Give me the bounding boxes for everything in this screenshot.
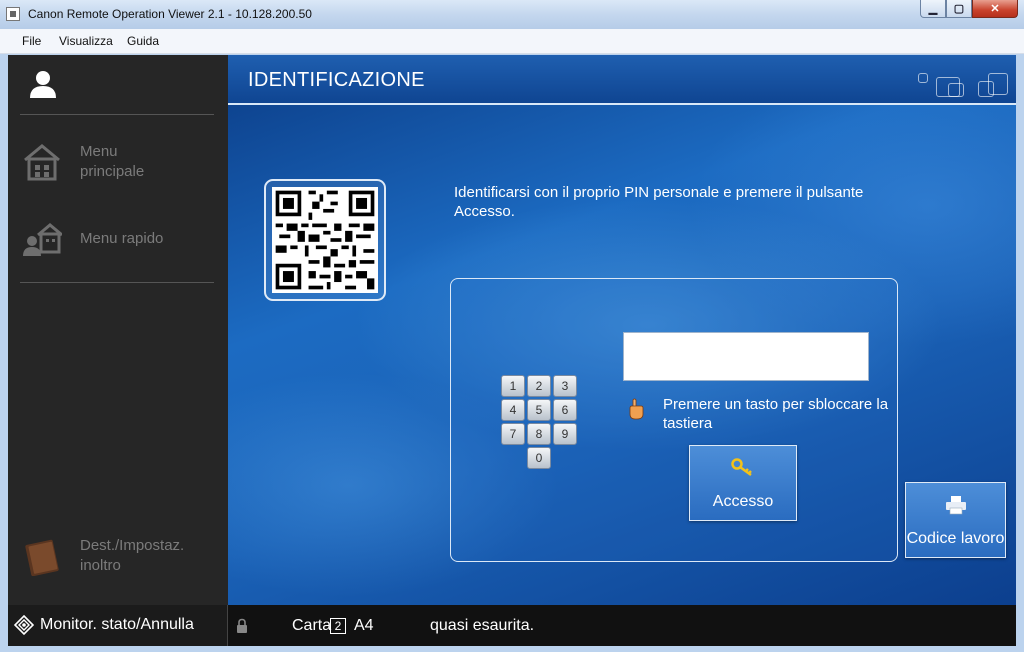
sidebar-item-main-menu[interactable]: Menu principale [8,132,228,192]
lock-icon [237,618,247,633]
window-controls: ▁ ▢ ✕ [920,0,1018,18]
user-icon [30,71,56,98]
pointing-hand-icon [629,398,644,420]
page-header: IDENTIFICAZIONE [228,55,1016,105]
header-icons [918,73,1008,99]
window-title: Canon Remote Operation Viewer 2.1 - 10.1… [28,7,312,21]
key-4[interactable]: 4 [501,399,525,421]
paper-label: Carta [292,617,332,634]
home-icon [24,144,60,181]
qr-code-icon [275,190,375,290]
menu-bar: File Visualizza Guida [0,29,1024,54]
key-0[interactable]: 0 [527,447,551,469]
menu-file[interactable]: File [22,34,41,48]
sidebar-item-label: Menu rapido [80,230,164,247]
login-button[interactable]: Accesso [689,445,797,521]
status-monitor-button[interactable]: Monitor. stato/Annulla [8,605,228,646]
instructions-text: Identificarsi con il proprio PIN persona… [454,184,864,220]
quick-menu-icon [23,223,62,256]
key-6[interactable]: 6 [553,399,577,421]
app-icon [6,7,20,21]
status-monitor-icon [14,615,34,635]
status-bar: Monitor. stato/Annulla Carta 2 A4 quasi … [8,605,1016,646]
key-icon [731,458,752,477]
window-titlebar: Canon Remote Operation Viewer 2.1 - 10.1… [0,0,1024,30]
printer-icon [946,496,966,515]
window-view-small-icon [948,83,964,97]
maximize-button[interactable]: ▢ [946,0,972,18]
screen-size-icon[interactable] [918,73,928,83]
sidebar-divider [20,282,214,283]
qr-code-button[interactable] [264,179,386,301]
job-code-button-label: Codice lavoro [906,530,1005,547]
menu-guida[interactable]: Guida [127,34,159,48]
pin-input[interactable] [623,332,869,381]
key-2[interactable]: 2 [527,375,551,397]
key-9[interactable]: 9 [553,423,577,445]
sidebar-item-quick-menu[interactable]: Menu rapido [8,209,228,269]
sidebar-item-label: Menu principale [80,143,145,180]
main-panel: IDENTIFICAZIONE Identificarsi con il pro… [228,55,1016,605]
login-button-label: Accesso [712,493,774,510]
user-area[interactable] [8,55,228,113]
tray-number: 2 [330,618,346,634]
key-8[interactable]: 8 [527,423,551,445]
unlock-keypad-text: Premere un tasto per sbloccare la tastie… [663,396,889,432]
key-1[interactable]: 1 [501,375,525,397]
full-view-icon[interactable] [988,73,1008,95]
address-book-icon [25,539,59,576]
key-5[interactable]: 5 [527,399,551,421]
status-message: quasi esaurita. [430,617,535,634]
sidebar: Menu principale Menu rapido Dest./Impost… [8,55,228,605]
paper-size: A4 [354,617,374,634]
page-title: IDENTIFICAZIONE [248,69,425,91]
sidebar-item-forward-settings[interactable]: Dest./Impostaz. inoltro [8,526,228,586]
sidebar-item-label: Dest./Impostaz. inoltro [80,537,185,574]
remote-ui: Menu principale Menu rapido Dest./Impost… [8,55,1016,646]
numeric-keypad: 1 2 3 4 5 6 7 8 9 0 [501,375,579,469]
minimize-button[interactable]: ▁ [920,0,946,18]
qr-code [272,187,378,293]
sidebar-divider [20,114,214,115]
job-code-button[interactable]: Codice lavoro [905,482,1006,558]
menu-visualizza[interactable]: Visualizza [59,34,113,48]
key-3[interactable]: 3 [553,375,577,397]
login-panel: 1 2 3 4 5 6 7 8 9 0 Premere un tasto per… [450,278,898,562]
close-button[interactable]: ✕ [972,0,1018,18]
status-monitor-label: Monitor. stato/Annulla [40,616,194,633]
key-7[interactable]: 7 [501,423,525,445]
